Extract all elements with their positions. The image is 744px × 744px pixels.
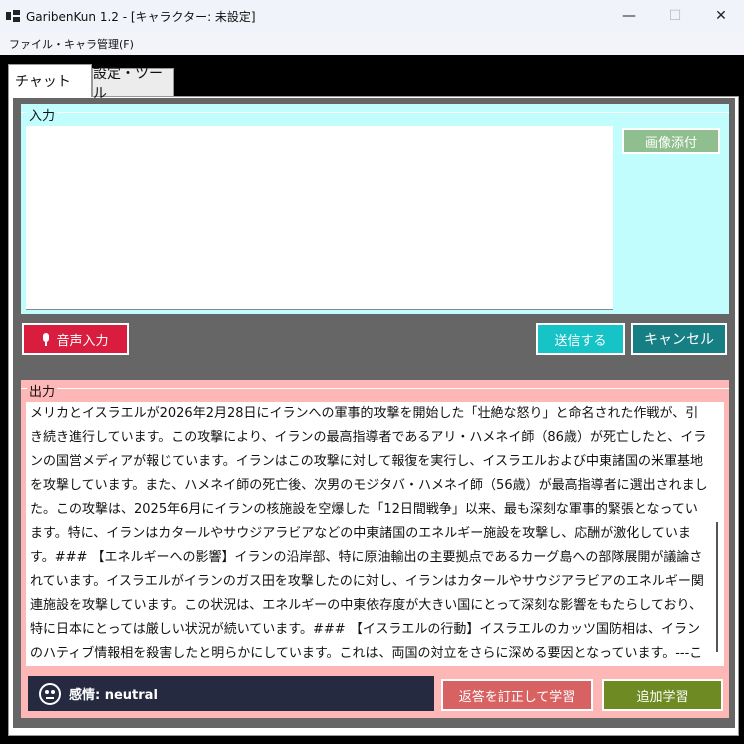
send-button[interactable]: 送信する xyxy=(536,323,625,355)
emotion-label: 感情: neutral xyxy=(69,688,158,703)
title-bar: GaribenKun 1.2 - [キャラクター: 未設定] — ☐ ✕ xyxy=(0,0,744,32)
minimize-button[interactable]: — xyxy=(606,0,652,32)
window-controls: — ☐ ✕ xyxy=(606,0,744,32)
output-legend: 出力 xyxy=(29,385,56,400)
output-textbox[interactable]: メリカとイスラエルが2026年2月28日にイランへの軍事的攻撃を開始した「壮絶な… xyxy=(26,402,724,666)
voice-input-label: 音声入力 xyxy=(56,333,109,349)
menu-bar: ファイル・キャラ管理(F) xyxy=(0,32,744,55)
tab-chat[interactable]: チャット xyxy=(8,64,92,97)
cancel-button[interactable]: キャンセル xyxy=(631,323,727,355)
microphone-icon xyxy=(42,333,50,346)
correct-and-learn-button[interactable]: 返答を訂正して学習 xyxy=(441,679,593,711)
emotion-status: 感情: neutral xyxy=(28,676,434,711)
window-title: GaribenKun 1.2 - [キャラクター: 未設定] xyxy=(26,9,256,24)
close-button[interactable]: ✕ xyxy=(698,0,744,32)
tab-settings-tools[interactable]: 設定・ツール xyxy=(92,66,174,102)
menu-file[interactable]: ファイル・キャラ管理(F) xyxy=(9,36,134,52)
output-text: メリカとイスラエルが2026年2月28日にイランへの軍事的攻撃を開始した「壮絶な… xyxy=(30,406,708,661)
message-input[interactable] xyxy=(26,126,613,310)
robot-face-icon xyxy=(39,682,61,705)
app-icon xyxy=(6,8,22,24)
voice-input-button[interactable]: 音声入力 xyxy=(22,323,129,355)
additional-learning-button[interactable]: 追加学習 xyxy=(602,679,723,711)
maximize-button[interactable]: ☐ xyxy=(652,0,698,32)
input-legend: 入力 xyxy=(29,109,56,124)
attach-image-button[interactable]: 画像添付 xyxy=(622,128,720,154)
group-border xyxy=(21,112,729,113)
group-border xyxy=(21,388,729,389)
scrollbar-thumb[interactable] xyxy=(716,522,718,652)
